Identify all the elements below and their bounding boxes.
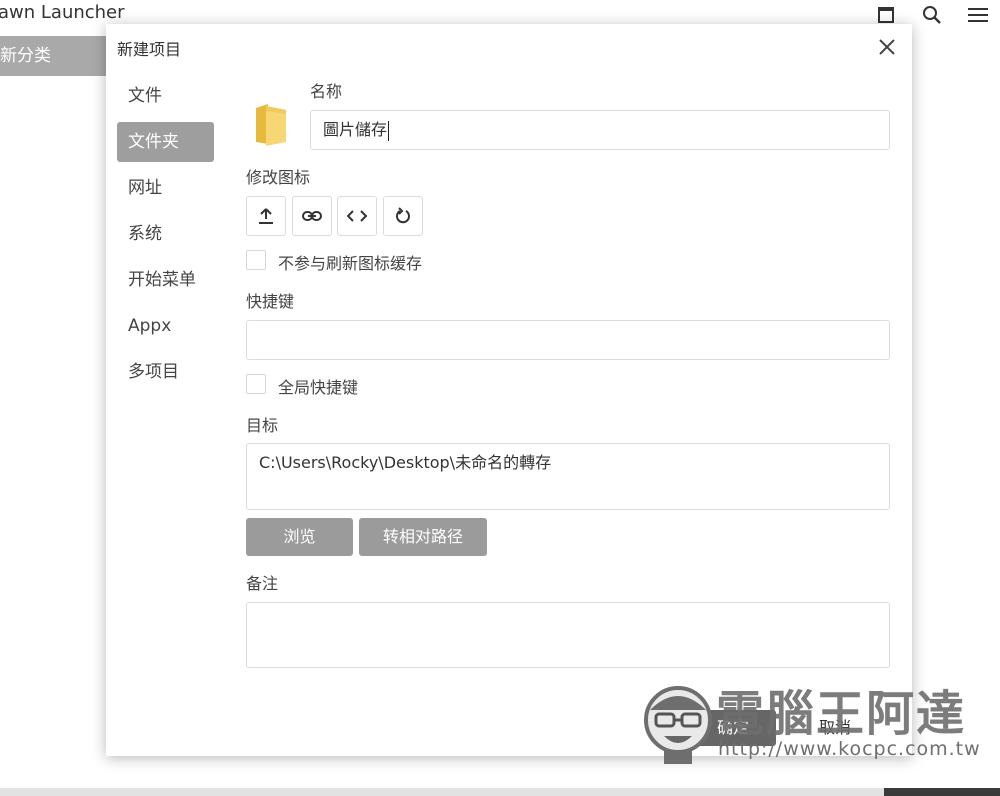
upload-icon [259,208,273,224]
relative-path-button[interactable]: 转相对路径 [359,518,487,556]
code-icon [347,210,367,222]
cancel-button[interactable]: 取消 [792,710,878,746]
nav-item-system[interactable]: 系统 [117,214,214,254]
global-hotkey-label: 全局快捷键 [278,378,359,397]
link-icon [302,211,322,221]
nav-item-multi[interactable]: 多项目 [117,352,214,392]
nav-item-file[interactable]: 文件 [117,76,214,116]
no-refresh-cache-checkbox[interactable] [246,250,266,270]
category-tab[interactable]: 新分类 [0,36,112,76]
refresh-icon [396,207,410,224]
ok-button[interactable]: 确定 [690,710,776,746]
app-title: awn Launcher [0,2,125,23]
nav-item-start-menu[interactable]: 开始菜单 [117,260,214,300]
hotkey-label: 快捷键 [246,292,295,311]
nav-item-url[interactable]: 网址 [117,168,214,208]
bottom-bar [0,788,1000,796]
refresh-icon-button[interactable] [383,196,423,236]
upload-icon-button[interactable] [246,196,286,236]
dialog-title: 新建项目 [117,40,182,59]
search-icon[interactable] [920,3,944,27]
menu-icon[interactable] [966,3,990,27]
notes-input[interactable] [246,602,890,668]
close-icon[interactable] [876,36,898,58]
global-hotkey-checkbox[interactable] [246,374,266,394]
hotkey-input[interactable] [246,320,890,360]
taskbar-fragment [884,788,1000,796]
item-type-nav: 文件 文件夹 网址 系统 开始菜单 Appx 多项目 [117,76,214,398]
code-icon-button[interactable] [337,196,377,236]
browse-button[interactable]: 浏览 [246,518,353,556]
change-icon-label: 修改图标 [246,168,311,187]
notes-label: 备注 [246,574,279,593]
link-icon-button[interactable] [292,196,332,236]
nav-item-folder[interactable]: 文件夹 [117,122,214,162]
name-label: 名称 [310,82,343,101]
target-label: 目标 [246,416,279,435]
text-caret [388,120,390,141]
target-input[interactable]: C:\Users\Rocky\Desktop\未命名的轉存 [246,443,890,510]
nav-item-appx[interactable]: Appx [117,306,214,346]
name-input[interactable]: 圖片儲存 [310,110,890,150]
new-item-dialog: 新建项目 文件 文件夹 网址 系统 开始菜单 Appx 多项目 名称 圖片儲存 … [106,24,912,756]
folder-icon [252,102,288,146]
name-input-value: 圖片儲存 [323,120,388,139]
no-refresh-cache-label: 不参与刷新图标缓存 [278,254,423,273]
